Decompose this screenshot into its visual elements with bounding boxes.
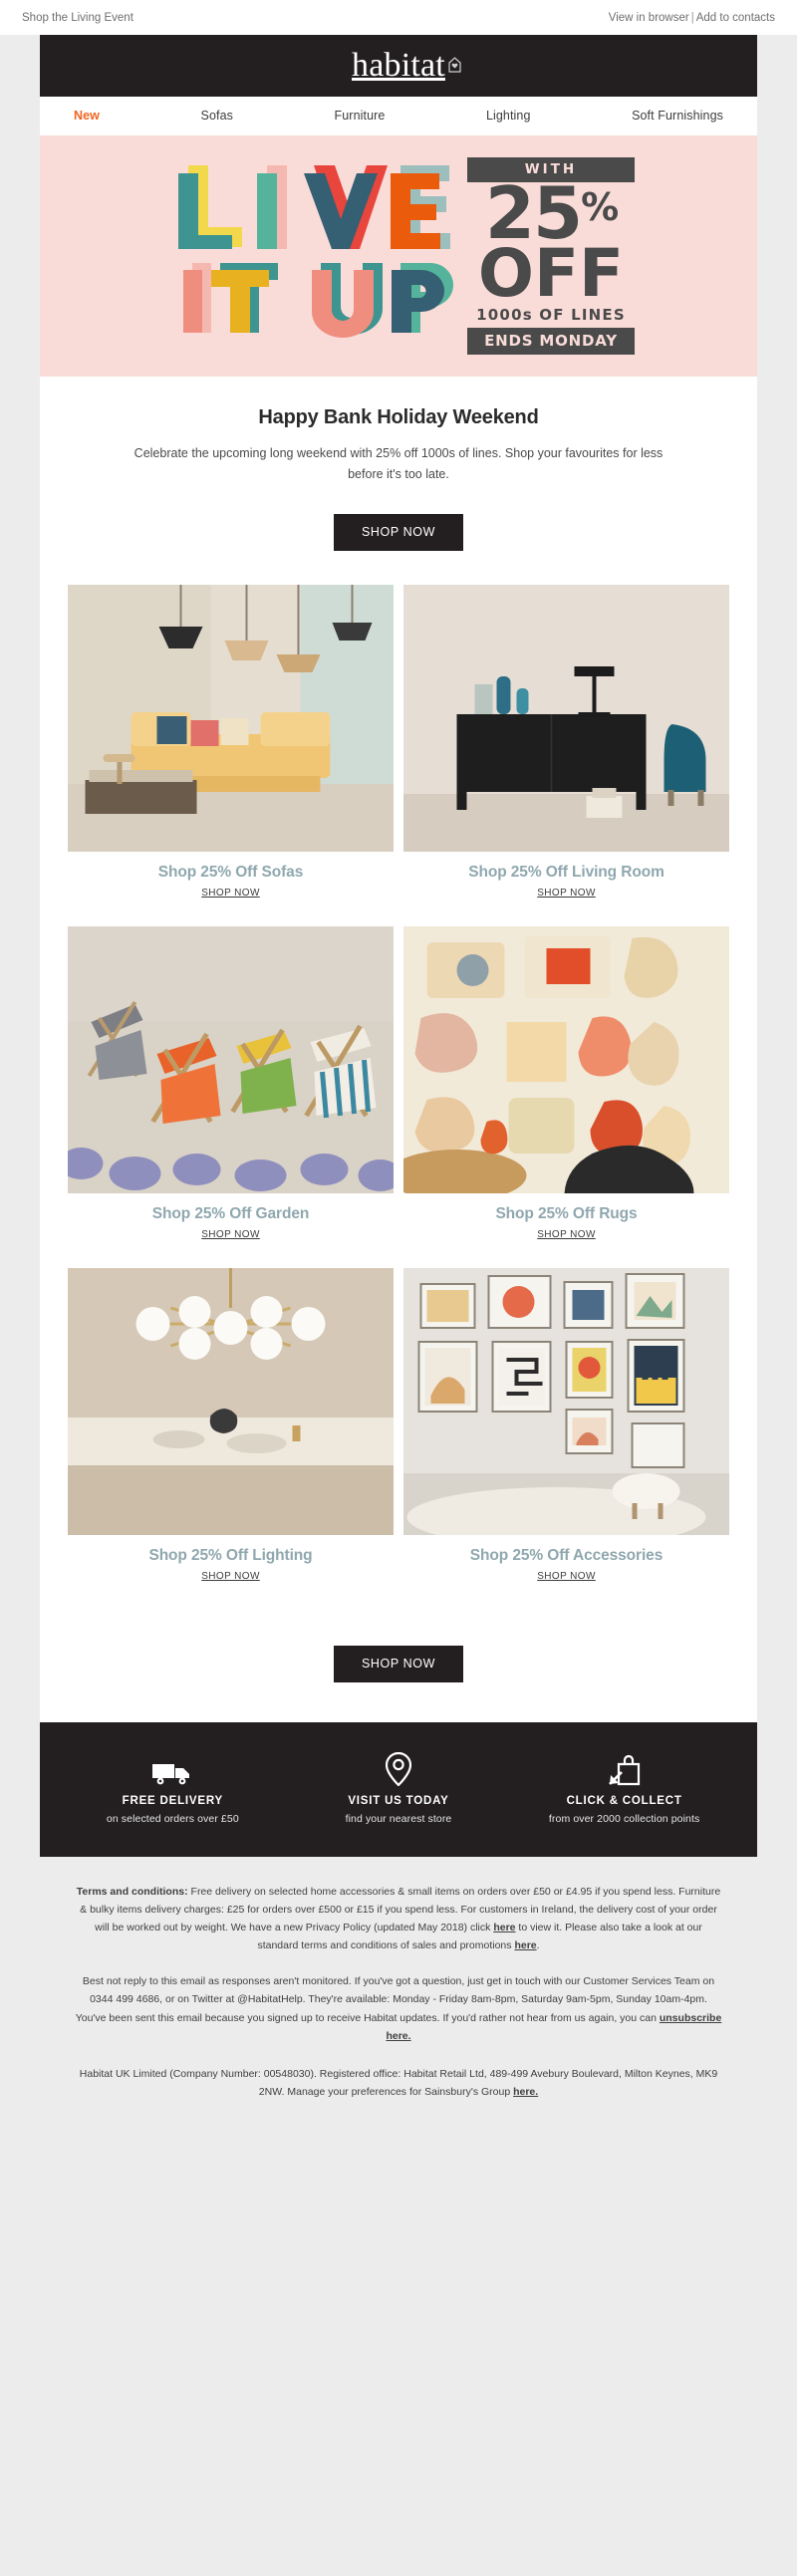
product-image-rugs[interactable] [403,926,729,1194]
product-cell-lighting[interactable]: Shop 25% Off Lighting SHOP NOW [68,1268,394,1584]
product-shop-now[interactable]: SHOP NOW [201,888,260,899]
terms-paragraph: Terms and conditions: Free delivery on s… [74,1883,723,1954]
nav-item-sofas[interactable]: Sofas [201,109,233,123]
promo-lines-label: 1000s OF LINES [476,306,626,325]
product-shop-now[interactable]: SHOP NOW [201,1229,260,1240]
hero-banner[interactable]: WITH 25% OFF 1000s OF LINES ENDS MONDAY [40,135,757,377]
benefit-subtitle: on selected orders over £50 [106,1813,239,1826]
product-row: Shop 25% Off Garden SHOP NOW Shop 25% Of… [68,926,729,1242]
benefit-subtitle: find your nearest store [345,1813,452,1826]
product-cell-sofas[interactable]: Shop 25% Off Sofas SHOP NOW [68,585,394,901]
product-shop-now[interactable]: SHOP NOW [537,888,596,899]
terms-conditions-link[interactable]: here [514,1939,536,1951]
product-title: Shop 25% Off Lighting [148,1547,313,1565]
intro-section: Happy Bank Holiday Weekend Celebrate the… [40,377,757,484]
benefit-click-collect[interactable]: CLICK & COLLECT from over 2000 collectio… [511,1752,737,1825]
product-cell-accessories[interactable]: Shop 25% Off Accessories SHOP NOW [403,1268,729,1584]
terms-label: Terms and conditions: [76,1886,188,1899]
add-to-contacts-link[interactable]: Add to contacts [696,12,775,24]
benefit-title: VISIT US TODAY [348,1795,449,1808]
shop-now-button-bottom[interactable]: SHOP NOW [333,1646,464,1683]
benefit-visit-us[interactable]: VISIT US TODAY find your nearest store [286,1752,512,1825]
logo-text: habitat [352,47,445,84]
product-image-accessories[interactable] [403,1268,729,1536]
nav-item-lighting[interactable]: Lighting [486,109,531,123]
benefit-title: FREE DELIVERY [122,1795,223,1808]
product-cell-living-room[interactable]: Shop 25% Off Living Room SHOP NOW [403,585,729,901]
map-pin-icon [286,1752,512,1787]
logo-bar: habitat [40,35,757,97]
product-image-garden[interactable] [68,926,394,1194]
promo-off-label: OFF [477,234,625,312]
email-container: habitat New Sofas Furniture Lighting Sof… [40,35,757,1858]
product-row: Shop 25% Off Lighting SHOP NOW Shop 25% … [68,1268,729,1584]
view-in-browser-link[interactable]: View in browser [609,12,689,24]
hero-headline-graphic [162,161,453,351]
page-title: Happy Bank Holiday Weekend [258,406,539,428]
preheader-bar: Shop the Living Event View in browser | Ad… [0,0,797,35]
product-title: Shop 25% Off Sofas [157,864,304,882]
preheader-links: View in browser | Add to contacts [609,12,775,24]
house-heart-icon [448,46,461,73]
contact-text: Best not reply to this email as response… [75,1975,715,2024]
primary-nav: New Sofas Furniture Lighting Soft Furnis… [40,97,757,135]
registration-paragraph: Habitat UK Limited (Company Number: 0054… [74,2065,723,2101]
hero-inner: WITH 25% OFF 1000s OF LINES ENDS MONDAY [40,135,757,377]
product-shop-now[interactable]: SHOP NOW [537,1571,596,1582]
nav-item-furniture[interactable]: Furniture [335,109,386,123]
product-title: Shop 25% Off Accessories [469,1547,664,1565]
product-cell-garden[interactable]: Shop 25% Off Garden SHOP NOW [68,926,394,1242]
product-shop-now[interactable]: SHOP NOW [537,1229,596,1240]
product-image-living-room[interactable] [403,585,729,853]
benefit-subtitle: from over 2000 collection points [548,1813,700,1826]
cta-bottom-wrap: SHOP NOW [40,1610,757,1722]
privacy-policy-link[interactable]: here [493,1922,515,1933]
product-image-sofas[interactable] [68,585,394,853]
hero-promo-panel: WITH 25% OFF 1000s OF LINES ENDS MONDAY [467,156,635,356]
promo-percent-symbol: % [581,184,619,229]
nav-item-soft-furnishings[interactable]: Soft Furnishings [632,109,723,123]
product-title: Shop 25% Off Living Room [468,864,664,882]
registration-text: Habitat UK Limited (Company Number: 0054… [79,2067,718,2098]
product-grid: Shop 25% Off Sofas SHOP NOW Shop 25% Off… [40,585,757,1584]
legal-footer: Terms and conditions: Free delivery on s… [0,1857,797,2127]
delivery-truck-icon [60,1752,286,1786]
cta-top-wrap: SHOP NOW [40,484,757,585]
benefit-free-delivery[interactable]: FREE DELIVERY on selected orders over £5… [60,1752,286,1825]
hero-word-live [178,165,450,249]
product-cell-rugs[interactable]: Shop 25% Off Rugs SHOP NOW [403,926,729,1242]
benefits-bar: FREE DELIVERY on selected orders over £5… [40,1722,757,1858]
product-title: Shop 25% Off Garden [151,1205,310,1223]
preheader-shop-link[interactable]: Shop the Living Event [22,12,133,24]
product-shop-now[interactable]: SHOP NOW [201,1571,260,1582]
product-title: Shop 25% Off Rugs [495,1205,638,1223]
email-page: Shop the Living Event View in browser | Ad… [0,0,797,2127]
promo-ends-label: ENDS MONDAY [467,328,635,356]
hero-word-it-up [183,263,453,338]
click-and-collect-bag-icon [511,1752,737,1786]
nav-item-new[interactable]: New [74,109,100,123]
preheader-separator: | [690,12,694,24]
terms-text-3: . [536,1939,540,1952]
habitat-logo[interactable]: habitat [352,47,461,84]
shop-now-button-top[interactable]: SHOP NOW [333,514,464,552]
product-image-lighting[interactable] [68,1268,394,1536]
contact-paragraph: Best not reply to this email as response… [74,1972,723,2044]
benefit-title: CLICK & COLLECT [566,1795,682,1808]
manage-preferences-link[interactable]: here. [513,2086,538,2098]
intro-body: Celebrate the upcoming long weekend with… [133,446,664,481]
product-row: Shop 25% Off Sofas SHOP NOW Shop 25% Off… [68,585,729,901]
